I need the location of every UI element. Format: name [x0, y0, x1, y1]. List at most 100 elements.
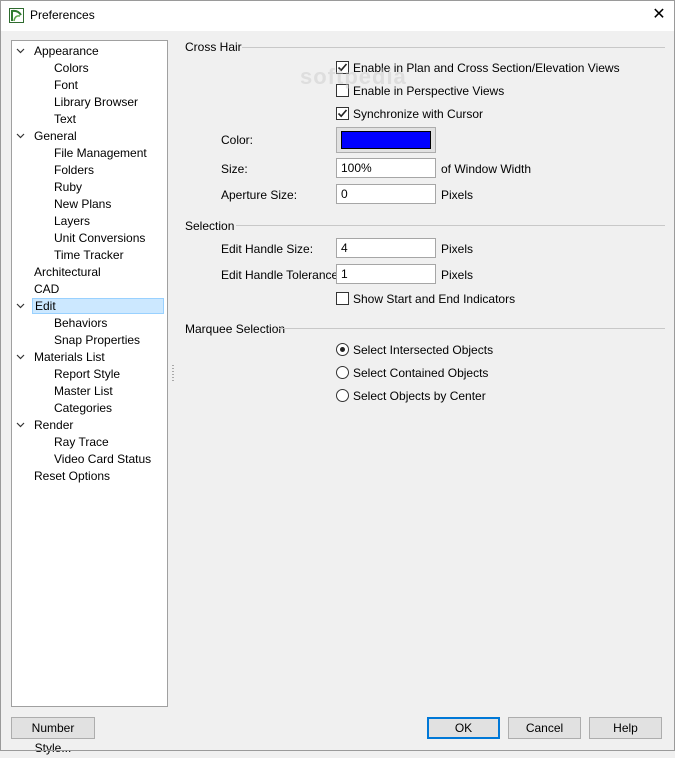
- tree-item[interactable]: General: [12, 128, 167, 144]
- tree-item[interactable]: Materials List: [12, 349, 167, 365]
- radio-circle[interactable]: [336, 343, 349, 356]
- radio-selected-dot: [340, 347, 345, 352]
- size-label: Size:: [221, 162, 248, 176]
- tree-item-label: Library Browser: [54, 95, 139, 109]
- tree-item[interactable]: Report Style: [12, 366, 167, 382]
- chevron-down-icon[interactable]: [16, 298, 26, 314]
- tree-item[interactable]: Render: [12, 417, 167, 433]
- marquee-group-label: Marquee Selection: [185, 322, 286, 336]
- tree-item-label: Colors: [54, 61, 89, 75]
- tree-item-label: Layers: [54, 214, 91, 228]
- tree-item-label: General: [34, 129, 77, 143]
- tree-item-label: Render: [34, 418, 74, 432]
- tree-item[interactable]: Behaviors: [12, 315, 167, 331]
- close-icon[interactable]: ✕: [648, 5, 670, 25]
- radio-circle[interactable]: [336, 366, 349, 379]
- chevron-down-icon[interactable]: [16, 349, 26, 365]
- tree-item[interactable]: CAD: [12, 281, 167, 297]
- tree-item[interactable]: Snap Properties: [12, 332, 167, 348]
- edit-handle-tolerance-input[interactable]: 1: [336, 264, 436, 284]
- edit-handle-size-unit: Pixels: [441, 242, 474, 256]
- tree-item-label: Time Tracker: [54, 248, 124, 262]
- chevron-down-icon[interactable]: [16, 43, 26, 59]
- tree-item[interactable]: File Management: [12, 145, 167, 161]
- edit-handle-size-input[interactable]: 4: [336, 238, 436, 258]
- tree-item[interactable]: Layers: [12, 213, 167, 229]
- enable-plan-label: Enable in Plan and Cross Section/Elevati…: [353, 61, 620, 75]
- marquee-contained-label: Select Contained Objects: [353, 366, 489, 380]
- tree-item[interactable]: Font: [12, 77, 167, 93]
- tree-item-label: CAD: [34, 282, 60, 296]
- selection-group-label: Selection: [185, 219, 235, 233]
- tree-item-label: Text: [54, 112, 77, 126]
- tree-item[interactable]: Folders: [12, 162, 167, 178]
- tree-item[interactable]: Master List: [12, 383, 167, 399]
- show-indicators-label: Show Start and End Indicators: [353, 292, 516, 306]
- tree-item[interactable]: Text: [12, 111, 167, 127]
- edit-handle-size-label: Edit Handle Size:: [221, 242, 314, 256]
- title-bar: Preferences ✕: [0, 0, 675, 31]
- color-picker-button[interactable]: [336, 127, 436, 153]
- crosshair-group-divider: [242, 47, 665, 48]
- tree-item-label: Unit Conversions: [54, 231, 146, 245]
- tree-item-label: Edit: [32, 298, 164, 314]
- tree-item[interactable]: Edit: [12, 298, 167, 314]
- tree-item-label: Report Style: [54, 367, 121, 381]
- tree-item-label: Folders: [54, 163, 95, 177]
- tree-item[interactable]: Reset Options: [12, 468, 167, 484]
- app-logo-icon: [9, 8, 24, 23]
- crosshair-group-label: Cross Hair: [185, 40, 242, 54]
- cancel-button[interactable]: Cancel: [508, 717, 581, 739]
- tree-item-label: Ray Trace: [54, 435, 109, 449]
- pane-splitter[interactable]: [172, 365, 174, 383]
- marquee-intersected-label: Select Intersected Objects: [353, 343, 494, 357]
- tree-item[interactable]: Time Tracker: [12, 247, 167, 263]
- radio-circle[interactable]: [336, 389, 349, 402]
- tree-item-label: Categories: [54, 401, 113, 415]
- tree-item[interactable]: Video Card Status: [12, 451, 167, 467]
- tree-item-label: Reset Options: [34, 469, 111, 483]
- tree-item-label: Materials List: [34, 350, 105, 364]
- checkbox-box[interactable]: [336, 84, 349, 97]
- number-style-button[interactable]: Number Style...: [11, 717, 95, 755]
- enable-perspective-label: Enable in Perspective Views: [353, 84, 505, 98]
- tree-item-label: Ruby: [54, 180, 83, 194]
- selection-group-divider: [236, 225, 665, 226]
- tree-item-label: Behaviors: [54, 316, 108, 330]
- size-input[interactable]: 100%: [336, 158, 436, 178]
- tree-item[interactable]: Ruby: [12, 179, 167, 195]
- window-title: Preferences: [30, 8, 95, 22]
- marquee-group-divider: [279, 328, 665, 329]
- checkbox-box[interactable]: [336, 61, 349, 74]
- tree-item-label: File Management: [54, 146, 147, 160]
- tree-item[interactable]: New Plans: [12, 196, 167, 212]
- tree-item[interactable]: Categories: [12, 400, 167, 416]
- aperture-size-input[interactable]: 0: [336, 184, 436, 204]
- tree-item[interactable]: Ray Trace: [12, 434, 167, 450]
- tree-item-label: Architectural: [34, 265, 101, 279]
- category-tree[interactable]: Appearance Colors Font Library Browser Text G…: [11, 40, 168, 707]
- aperture-size-label: Aperture Size:: [221, 188, 298, 202]
- tree-item-label: Video Card Status: [54, 452, 152, 466]
- chevron-down-icon[interactable]: [16, 128, 26, 144]
- tree-item-label: Snap Properties: [54, 333, 141, 347]
- aperture-unit-label: Pixels: [441, 188, 474, 202]
- tree-item-label: Font: [54, 78, 79, 92]
- tree-item[interactable]: Colors: [12, 60, 167, 76]
- ok-button[interactable]: OK: [427, 717, 500, 739]
- sync-cursor-label: Synchronize with Cursor: [353, 107, 484, 121]
- tree-item[interactable]: Appearance: [12, 43, 167, 59]
- tree-item[interactable]: Library Browser: [12, 94, 167, 110]
- tree-item-label: Master List: [54, 384, 113, 398]
- chevron-down-icon[interactable]: [16, 417, 26, 433]
- tree-item[interactable]: Unit Conversions: [12, 230, 167, 246]
- edit-handle-tolerance-unit: Pixels: [441, 268, 474, 282]
- color-swatch: [341, 131, 431, 149]
- checkbox-box[interactable]: [336, 107, 349, 120]
- checkmark-icon: [337, 63, 348, 72]
- help-button[interactable]: Help: [589, 717, 662, 739]
- checkbox-box[interactable]: [336, 292, 349, 305]
- edit-handle-tolerance-label: Edit Handle Tolerance:: [221, 268, 342, 282]
- size-unit-label: of Window Width: [441, 162, 532, 176]
- tree-item[interactable]: Architectural: [12, 264, 167, 280]
